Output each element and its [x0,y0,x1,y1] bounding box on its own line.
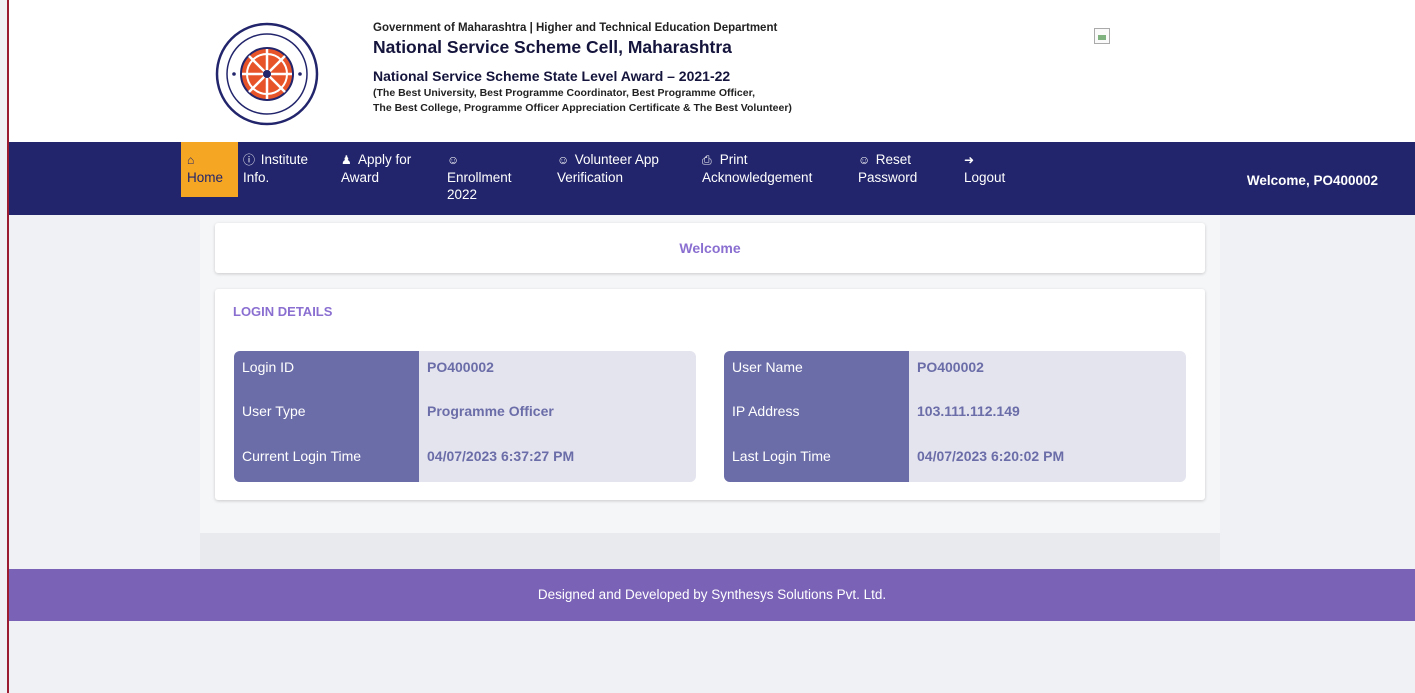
welcome-user-label: Welcome, PO400002 [1246,173,1378,188]
user-name-label: User Name [732,359,803,375]
welcome-card: Welcome [215,223,1205,273]
nav-home[interactable]: ⌂ Home [181,142,238,197]
site-header: Government of Maharashtra | Higher and T… [9,0,1415,142]
nss-logo [215,22,319,126]
nav-apply-award[interactable]: ♟ Apply for Award [341,142,411,197]
nav-volunteer-verification[interactable]: ☺ Volunteer App Verification [557,142,659,197]
login-details-card: LOGIN DETAILS Login ID PO400002 User Typ… [215,289,1205,500]
nav-logout[interactable]: ➜ Logout [964,142,1005,197]
cell-title: National Service Scheme Cell, Maharashtr… [373,37,732,57]
user-check-icon: ☺ [447,153,460,167]
last-login-time-value: 04/07/2023 6:20:02 PM [917,448,1065,464]
user-type-value: Programme Officer [427,403,554,419]
login-details-left-box: Login ID PO400002 User Type Programme Of… [234,351,696,482]
login-details-heading: LOGIN DETAILS [233,304,333,319]
login-id-label: Login ID [242,359,295,375]
nav-print-acknowledgement[interactable]: ⎙ Print Acknowledgement [702,142,812,197]
award-subtitle-2: The Best College, Programme Officer Appr… [373,102,792,114]
main-content: Welcome LOGIN DETAILS Login ID PO400002 … [200,215,1220,533]
user-check-icon: ☺ [858,153,871,167]
nav-reset-password[interactable]: ☺ Reset Password [858,142,917,197]
award-title: National Service Scheme State Level Awar… [373,68,731,84]
sign-in-icon: ➜ [964,153,975,167]
home-icon: ⌂ [187,153,195,167]
nav-institute-info[interactable]: ⓘ Institute Info. [243,142,308,197]
ip-address-value: 103.111.112.149 [917,403,1020,419]
current-login-time-value: 04/07/2023 6:37:27 PM [427,448,575,464]
site-footer: Designed and Developed by Synthesys Solu… [9,569,1415,621]
login-details-right-box: User Name PO400002 IP Address 103.111.11… [724,351,1186,482]
award-subtitle-1: (The Best University, Best Programme Coo… [373,87,755,99]
user-check-icon: ☺ [557,153,570,167]
last-login-time-label: Last Login Time [732,448,831,464]
current-login-time-label: Current Login Time [242,448,362,464]
user-type-label: User Type [242,403,306,419]
login-id-value: PO400002 [427,359,494,375]
government-line: Government of Maharashtra | Higher and T… [373,22,778,34]
trophy-icon: ♟ [341,153,352,167]
user-name-value: PO400002 [917,359,984,375]
info-icon: ⓘ [243,153,256,167]
broken-image-icon [1094,28,1110,44]
ip-address-label: IP Address [732,403,800,419]
footer-credit: Designed and Developed by Synthesys Solu… [537,587,887,602]
main-navbar: ⌂ Home ⓘ Institute Info. ♟ Apply for Awa… [9,142,1415,215]
print-icon: ⎙ [702,153,712,167]
nav-enrollment[interactable]: ☺ Enrollment 2022 [447,142,512,202]
content-bottom-strip [200,533,1220,569]
welcome-title: Welcome [679,240,741,256]
